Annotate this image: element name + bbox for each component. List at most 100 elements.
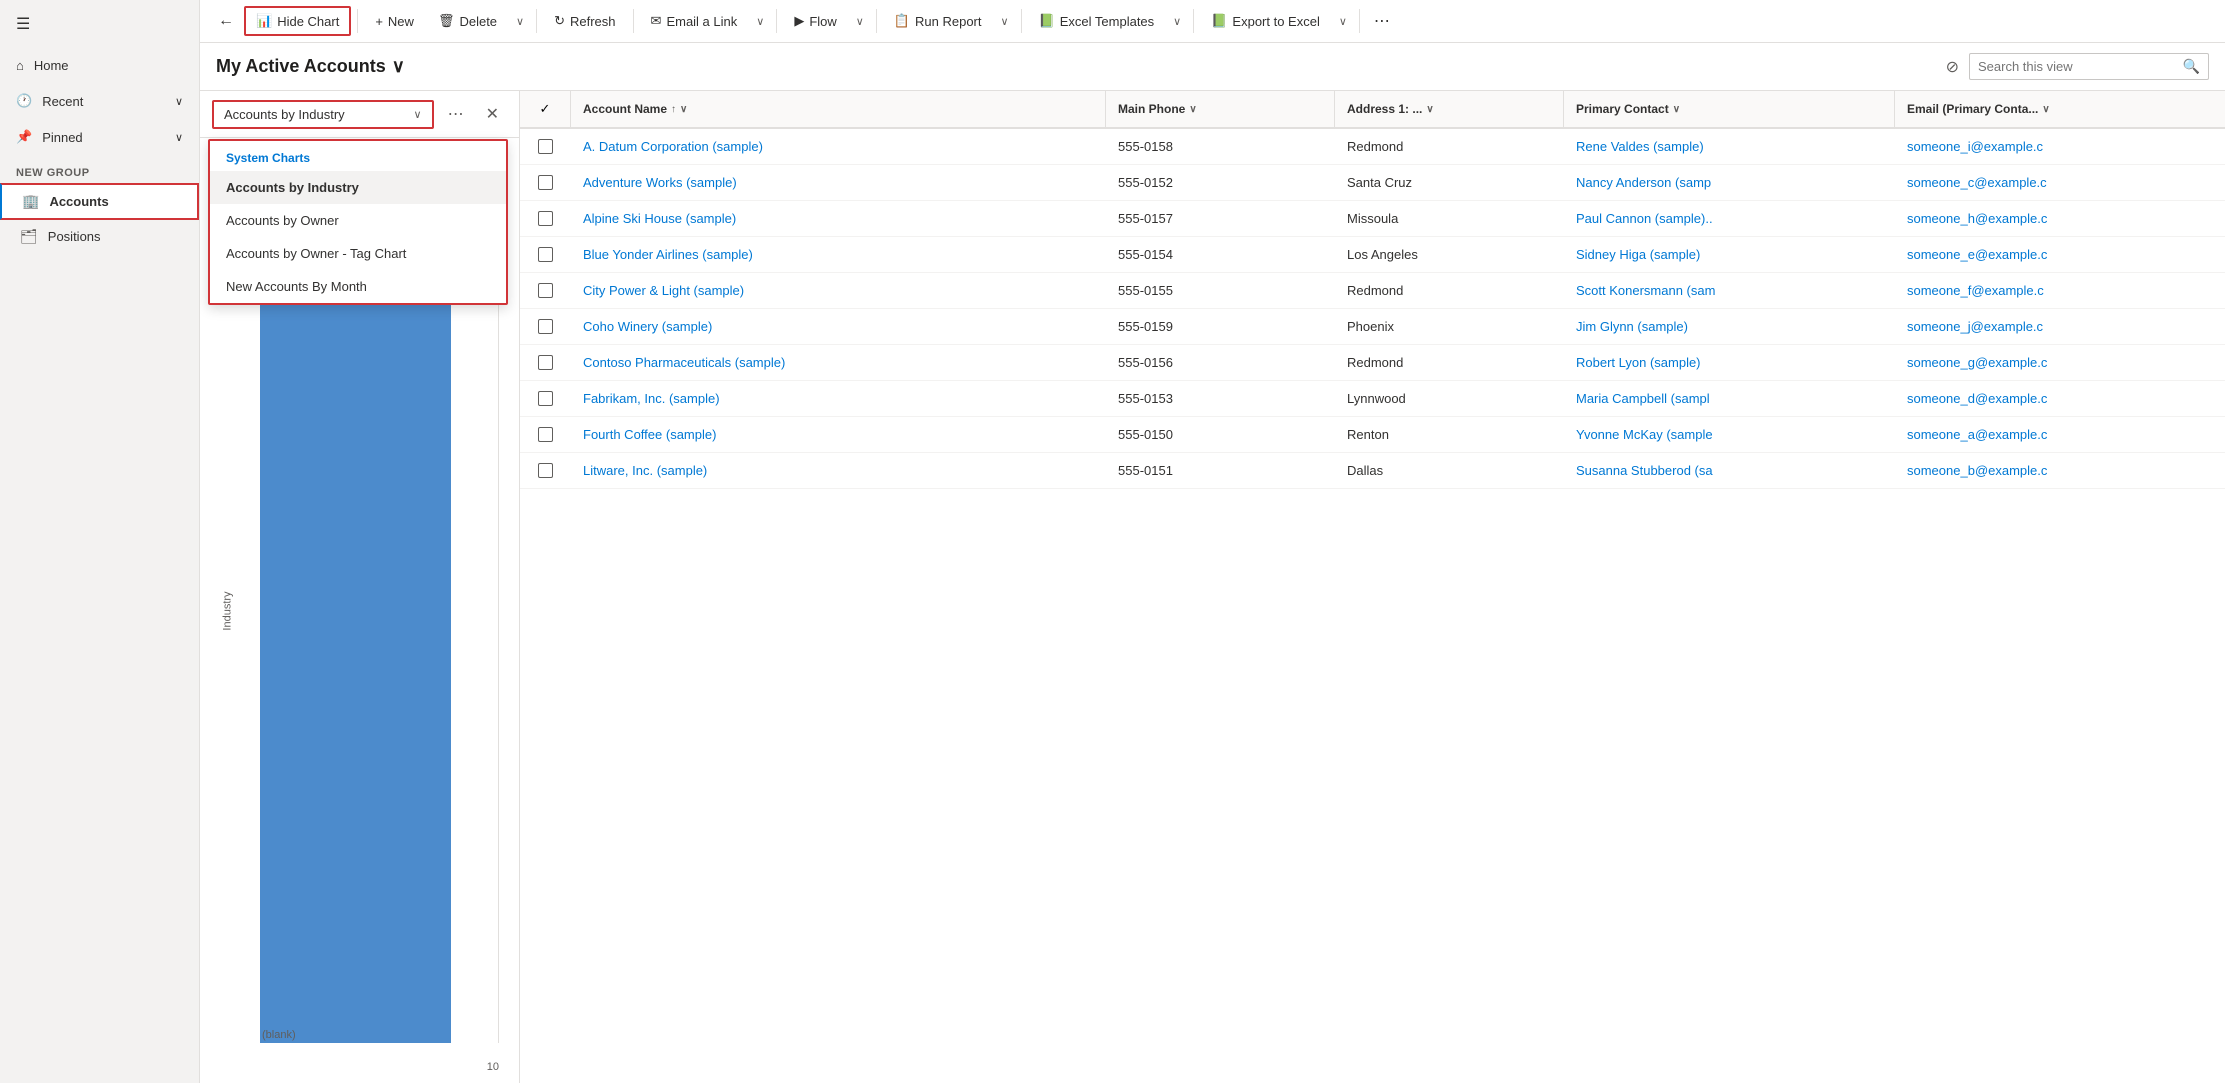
email-cell-10[interactable]: someone_b@example.c xyxy=(1894,453,2225,488)
flow-dropdown-button[interactable]: ∨ xyxy=(850,10,870,33)
run-report-dropdown-button[interactable]: ∨ xyxy=(995,10,1015,33)
account-name-cell-7[interactable]: Contoso Pharmaceuticals (sample) xyxy=(570,345,1105,380)
new-icon: + xyxy=(375,14,383,29)
email-cell-5[interactable]: someone_f@example.c xyxy=(1894,273,2225,308)
contact-cell-1[interactable]: Rene Valdes (sample) xyxy=(1563,129,1894,164)
grid-col-account-name-header[interactable]: Account Name ↑ ∨ xyxy=(570,91,1105,127)
sidebar-entity-positions[interactable]: 🗂 Positions xyxy=(0,220,199,253)
row-checkbox-9[interactable] xyxy=(520,417,570,452)
email-cell-6[interactable]: someone_j@example.c xyxy=(1894,309,2225,344)
email-cell-4[interactable]: someone_e@example.c xyxy=(1894,237,2225,272)
excel-templates-button[interactable]: 📗 Excel Templates xyxy=(1028,7,1166,35)
sidebar-entity-accounts[interactable]: 🏢 Accounts xyxy=(0,183,199,220)
row-checkbox-10[interactable] xyxy=(520,453,570,488)
chart-dropdown-item-by-owner-tag[interactable]: Accounts by Owner - Tag Chart xyxy=(210,237,506,270)
table-row: Coho Winery (sample) 555-0159 Phoenix Ji… xyxy=(520,309,2225,345)
back-button[interactable]: ← xyxy=(210,7,242,35)
email-cell-8[interactable]: someone_d@example.c xyxy=(1894,381,2225,416)
grid-col-check-header[interactable]: ✓ xyxy=(520,91,570,127)
grid-col-address-header[interactable]: Address 1: ... ∨ xyxy=(1334,91,1563,127)
delete-button[interactable]: 🗑 Delete xyxy=(427,7,508,35)
contact-cell-8[interactable]: Maria Campbell (sampl xyxy=(1563,381,1894,416)
separator-6 xyxy=(1021,9,1022,33)
refresh-button[interactable]: ↻ Refresh xyxy=(543,7,626,35)
refresh-label: Refresh xyxy=(570,14,616,29)
email-cell-1[interactable]: someone_i@example.c xyxy=(1894,129,2225,164)
hide-chart-button[interactable]: 📊 Hide Chart xyxy=(244,6,351,36)
email-link-button[interactable]: ✉ Email a Link xyxy=(640,7,749,35)
hamburger-menu[interactable]: ☰ xyxy=(0,0,199,48)
account-name-cell-10[interactable]: Litware, Inc. (sample) xyxy=(570,453,1105,488)
email-cell-9[interactable]: someone_a@example.c xyxy=(1894,417,2225,452)
checkbox-8[interactable] xyxy=(538,391,553,406)
more-options-button[interactable]: ⋯ xyxy=(1366,6,1398,36)
row-checkbox-3[interactable] xyxy=(520,201,570,236)
export-excel-button[interactable]: 📗 Export to Excel xyxy=(1200,7,1331,35)
grid-col-phone-header[interactable]: Main Phone ∨ xyxy=(1105,91,1334,127)
checkbox-10[interactable] xyxy=(538,463,553,478)
contact-cell-4[interactable]: Sidney Higa (sample) xyxy=(1563,237,1894,272)
contact-cell-6[interactable]: Jim Glynn (sample) xyxy=(1563,309,1894,344)
email-link-label: Email a Link xyxy=(666,14,737,29)
account-name-cell-4[interactable]: Blue Yonder Airlines (sample) xyxy=(570,237,1105,272)
row-checkbox-7[interactable] xyxy=(520,345,570,380)
account-name-cell-1[interactable]: A. Datum Corporation (sample) xyxy=(570,129,1105,164)
chart-selector[interactable]: Accounts by Industry ∨ xyxy=(212,100,434,129)
checkbox-6[interactable] xyxy=(538,319,553,334)
checkbox-5[interactable] xyxy=(538,283,553,298)
email-dropdown-button[interactable]: ∨ xyxy=(750,10,770,33)
sidebar-nav-recent[interactable]: 🕐 Recent ∨ xyxy=(0,83,199,119)
row-checkbox-8[interactable] xyxy=(520,381,570,416)
chart-dropdown-item-by-industry[interactable]: Accounts by Industry xyxy=(210,171,506,204)
row-checkbox-1[interactable] xyxy=(520,129,570,164)
contact-cell-3[interactable]: Paul Cannon (sample).. xyxy=(1563,201,1894,236)
email-cell-3[interactable]: someone_h@example.c xyxy=(1894,201,2225,236)
contact-cell-10[interactable]: Susanna Stubberod (sa xyxy=(1563,453,1894,488)
checkbox-9[interactable] xyxy=(538,427,553,442)
address-cell-3: Missoula xyxy=(1334,201,1563,236)
checkbox-7[interactable] xyxy=(538,355,553,370)
flow-button[interactable]: ▶ Flow xyxy=(783,7,847,35)
account-name-cell-9[interactable]: Fourth Coffee (sample) xyxy=(570,417,1105,452)
row-checkbox-5[interactable] xyxy=(520,273,570,308)
checkbox-2[interactable] xyxy=(538,175,553,190)
filter-icon[interactable]: ⊘ xyxy=(1946,57,1959,77)
view-title-chevron[interactable]: ∨ xyxy=(392,56,405,77)
account-name-cell-6[interactable]: Coho Winery (sample) xyxy=(570,309,1105,344)
email-cell-2[interactable]: someone_c@example.c xyxy=(1894,165,2225,200)
chart-options-button[interactable]: ⋯ xyxy=(440,99,472,129)
chart-close-button[interactable]: ✕ xyxy=(478,99,507,129)
view-title: My Active Accounts ∨ xyxy=(216,56,405,77)
checkmark-icon: ✓ xyxy=(540,101,551,117)
contact-cell-5[interactable]: Scott Konersmann (sam xyxy=(1563,273,1894,308)
chart-dropdown-item-by-month[interactable]: New Accounts By Month xyxy=(210,270,506,303)
checkbox-4[interactable] xyxy=(538,247,553,262)
row-checkbox-2[interactable] xyxy=(520,165,570,200)
delete-dropdown-button[interactable]: ∨ xyxy=(510,10,530,33)
contact-cell-2[interactable]: Nancy Anderson (samp xyxy=(1563,165,1894,200)
contact-cell-7[interactable]: Robert Lyon (sample) xyxy=(1563,345,1894,380)
new-button[interactable]: + New xyxy=(364,8,425,35)
email-cell-7[interactable]: someone_g@example.c xyxy=(1894,345,2225,380)
phone-cell-5: 555-0155 xyxy=(1105,273,1334,308)
sidebar-nav-pinned[interactable]: 📌 Pinned ∨ xyxy=(0,119,199,155)
excel-templates-dropdown-button[interactable]: ∨ xyxy=(1167,10,1187,33)
account-name-cell-2[interactable]: Adventure Works (sample) xyxy=(570,165,1105,200)
view-header: My Active Accounts ∨ ⊘ 🔍 xyxy=(200,43,2225,91)
sidebar-nav-home[interactable]: ⌂ Home xyxy=(0,48,199,83)
row-checkbox-4[interactable] xyxy=(520,237,570,272)
run-report-button[interactable]: 📋 Run Report xyxy=(883,7,993,35)
row-checkbox-6[interactable] xyxy=(520,309,570,344)
checkbox-1[interactable] xyxy=(538,139,553,154)
contact-cell-9[interactable]: Yvonne McKay (sample xyxy=(1563,417,1894,452)
account-name-cell-3[interactable]: Alpine Ski House (sample) xyxy=(570,201,1105,236)
checkbox-3[interactable] xyxy=(538,211,553,226)
account-name-cell-8[interactable]: Fabrikam, Inc. (sample) xyxy=(570,381,1105,416)
account-name-cell-5[interactable]: City Power & Light (sample) xyxy=(570,273,1105,308)
address-cell-10: Dallas xyxy=(1334,453,1563,488)
grid-col-contact-header[interactable]: Primary Contact ∨ xyxy=(1563,91,1894,127)
chart-dropdown-item-by-owner[interactable]: Accounts by Owner xyxy=(210,204,506,237)
search-input[interactable] xyxy=(1978,59,2177,74)
export-dropdown-button[interactable]: ∨ xyxy=(1333,10,1353,33)
grid-col-email-header[interactable]: Email (Primary Conta... ∨ xyxy=(1894,91,2225,127)
